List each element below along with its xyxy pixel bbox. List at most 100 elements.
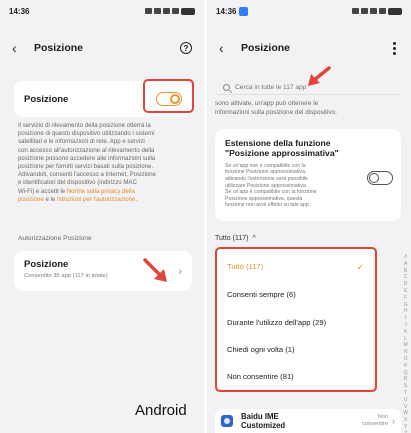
notification-icon xyxy=(352,8,359,14)
section-label: Autorizzazione Posizione xyxy=(18,235,92,242)
alphabet-letter[interactable]: E xyxy=(404,288,407,295)
approx-location-toggle[interactable] xyxy=(367,171,393,185)
toggle-highlight-box xyxy=(143,79,194,113)
back-arrow-icon[interactable]: ‹ xyxy=(12,40,30,56)
status-icons xyxy=(145,7,195,15)
desc-line: Wi-Fi) e accetti le Norme sulla privacy … xyxy=(18,188,190,196)
app-name-line: Customized xyxy=(241,421,286,430)
app-name: Baidu IME Customized xyxy=(241,412,301,430)
alphabet-letter[interactable]: F xyxy=(404,295,407,302)
app-notification-icon xyxy=(239,6,249,16)
desc-line: satellitari e le informazioni di rete. A… xyxy=(18,138,145,146)
permission-instructions-link[interactable]: Istruzioni per l'autorizzazione xyxy=(57,196,135,203)
ext-desc-line: Se un'app è compatibile con la funzione xyxy=(225,189,317,196)
desc-line: Attivandoli, consenti l'accesso a Intern… xyxy=(18,171,157,179)
filter-dropdown-trigger[interactable]: Tutto (117) ^ xyxy=(215,235,256,242)
ext-desc-line: Posizione approssimativa, questa xyxy=(225,195,303,202)
alphabet-letter[interactable]: R xyxy=(404,376,408,383)
signal-icon xyxy=(163,8,170,14)
desc-text: e le xyxy=(43,195,57,203)
signal-icon xyxy=(370,8,377,14)
app-permission-status: Non consentire xyxy=(362,414,388,428)
alphabet-letter[interactable]: O xyxy=(404,356,408,363)
notification-icon xyxy=(145,8,152,14)
alphabet-letter[interactable]: Q xyxy=(404,370,408,377)
alphabet-letter[interactable]: A xyxy=(404,261,407,268)
desc-line: con accesso all'autorizzazione al rileva… xyxy=(18,146,155,154)
alphabet-letter[interactable]: W xyxy=(403,410,408,417)
alphabet-letter[interactable]: T xyxy=(404,390,407,397)
toggle-knob xyxy=(369,172,379,183)
title-line: Estensione della funzione xyxy=(225,138,331,148)
alphabet-letter[interactable]: # xyxy=(404,254,407,261)
status-icons xyxy=(352,7,402,15)
alphabet-letter[interactable]: N xyxy=(404,349,408,356)
filter-label: Tutto (117) xyxy=(215,235,249,242)
alphabet-index[interactable]: #ABCDEFGHIJKLMNOPQRSTUVWXYZ xyxy=(403,254,408,433)
privacy-policy-link[interactable]: Norme sulla privacy della xyxy=(67,188,135,195)
alphabet-letter[interactable]: H xyxy=(404,308,408,315)
ext-desc-line: attivando l'estensione sarà possibile xyxy=(225,176,308,182)
approx-location-card[interactable]: Estensione della funzione "Posizione app… xyxy=(215,129,401,221)
alphabet-letter[interactable]: U xyxy=(404,397,408,404)
alphabet-letter[interactable]: G xyxy=(404,302,408,309)
alphabet-letter[interactable]: Y xyxy=(404,424,407,431)
page-title: Posizione xyxy=(241,42,291,54)
alphabet-letter[interactable]: J xyxy=(404,322,407,329)
page-title: Posizione xyxy=(34,42,84,54)
desc-line: posizione e le Istruzioni per l'autorizz… xyxy=(18,196,190,204)
ext-desc-line: funzione non avrà effetto su tale app. xyxy=(225,202,311,209)
left-screen: 14:36 ‹ Posizione ? Posizione Il servizi… xyxy=(0,0,204,433)
status-bar: 14:36 xyxy=(207,0,411,22)
battery-icon xyxy=(181,7,195,15)
alphabet-letter[interactable]: D xyxy=(404,281,408,288)
chevron-right-icon: › xyxy=(392,416,395,426)
status-bar: 14:36 xyxy=(0,0,204,22)
desc-line: posizione di questo dispositivo utilizza… xyxy=(18,130,155,138)
back-arrow-icon[interactable]: ‹ xyxy=(219,40,237,56)
status-line: Non xyxy=(377,414,388,420)
annotation-arrow-icon xyxy=(308,66,331,86)
ext-desc-line: funzione Posizione approssimativa, xyxy=(225,169,307,176)
wifi-icon xyxy=(172,8,179,14)
approx-location-title: Estensione della funzione "Posizione app… xyxy=(225,138,375,159)
alphabet-letter[interactable]: V xyxy=(404,404,407,411)
wifi-icon xyxy=(379,8,386,14)
desc-text: Wi-Fi) e accetti le xyxy=(18,187,67,195)
search-icon xyxy=(223,84,230,91)
ext-desc-line: Se un'app non è compatibile con la xyxy=(225,162,306,169)
alphabet-letter[interactable]: B xyxy=(404,268,407,275)
dropdown-highlight-box xyxy=(215,247,377,392)
platform-caption: Android xyxy=(135,402,187,419)
status-time: 14:36 xyxy=(216,6,237,16)
alphabet-letter[interactable]: S xyxy=(404,383,407,390)
alphabet-letter[interactable]: K xyxy=(404,329,407,336)
desc-line: posizione possono accedere alle informaz… xyxy=(18,154,156,162)
alphabet-letter[interactable]: P xyxy=(404,363,407,370)
vibrate-icon xyxy=(154,8,161,14)
alphabet-letter[interactable]: I xyxy=(405,315,406,322)
app-list-item[interactable]: Baidu IME Customized Non consentire › xyxy=(215,409,401,433)
chevron-right-icon: › xyxy=(178,266,182,278)
more-options-icon[interactable] xyxy=(389,41,399,55)
help-icon[interactable]: ? xyxy=(180,42,192,54)
location-description: sono attivate, un'app può ottenere le in… xyxy=(215,100,401,117)
app-header: ‹ Posizione xyxy=(207,36,411,60)
app-header: ‹ Posizione ? xyxy=(0,36,204,60)
right-screen: 14:36 ‹ Posizione sono attivate, un'app … xyxy=(207,0,411,433)
desc-line: informazioni sulla posizione del disposi… xyxy=(215,108,337,116)
chevron-up-icon: ^ xyxy=(252,235,256,242)
battery-icon xyxy=(388,7,402,15)
app-name-line: Baidu IME xyxy=(241,412,279,421)
desc-text: . xyxy=(135,195,138,203)
desc-line: e identificatori del dispositivo (indiri… xyxy=(18,179,137,187)
desc-line: posizione per fornirti servizi basati su… xyxy=(18,163,154,171)
approx-location-description: Se un'app non è compatibile con la funzi… xyxy=(225,163,363,209)
alphabet-letter[interactable]: X xyxy=(404,417,407,424)
alphabet-letter[interactable]: C xyxy=(404,274,408,281)
ext-desc-line: utilizzare Posizione approssimativa. xyxy=(225,182,308,189)
privacy-policy-link-cont[interactable]: posizione xyxy=(18,196,44,203)
alphabet-letter[interactable]: L xyxy=(404,336,407,343)
baidu-ime-app-icon xyxy=(221,415,233,427)
alphabet-letter[interactable]: M xyxy=(404,342,408,349)
